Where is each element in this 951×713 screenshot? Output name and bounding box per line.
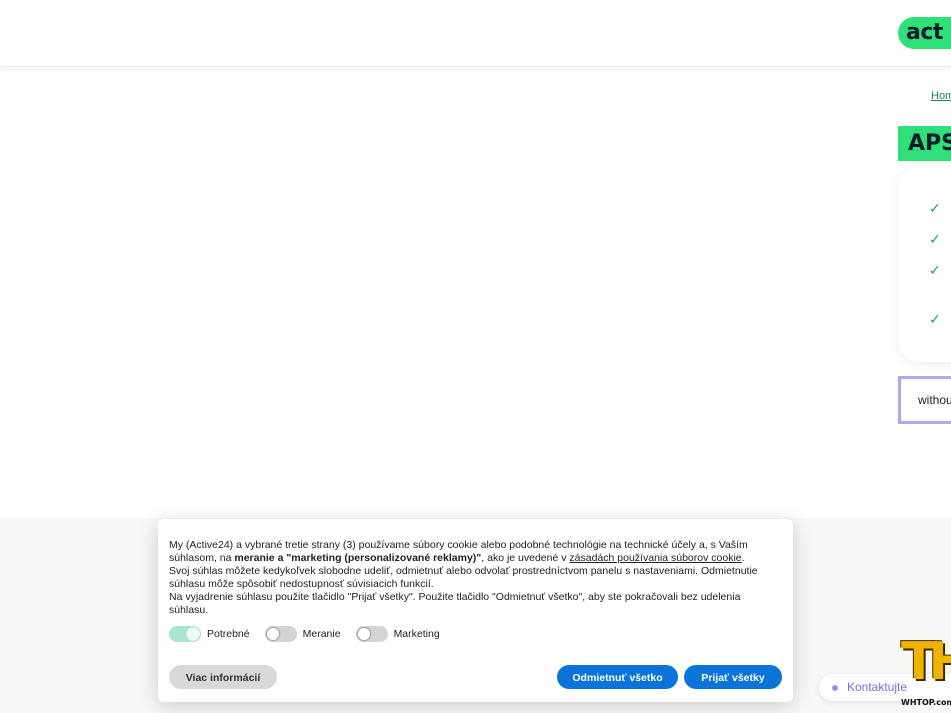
whtop-watermark-logo: TH WHTOP.com [899, 630, 951, 710]
feature-card [898, 166, 951, 362]
dot-icon [832, 684, 838, 691]
watermark-letters: TH [901, 632, 951, 692]
site-header: act [0, 0, 951, 67]
toggle-switch-necessary[interactable] [169, 626, 201, 642]
toggle-switch-measurement[interactable] [264, 626, 297, 642]
check-icon: ✓ [929, 312, 941, 328]
cookie-policy-link[interactable]: zásadách používania súborov cookie [569, 552, 741, 564]
active24-logo[interactable]: act [898, 17, 951, 49]
cookie-text-consent: Svoj súhlas môžete kedykoľvek slobodne u… [169, 565, 758, 590]
cookie-text: . [741, 552, 745, 564]
more-info-button[interactable]: Viac informácií [169, 665, 277, 689]
check-icon: ✓ [929, 232, 941, 248]
page-title-banner: APS [898, 126, 951, 161]
cookie-text-intro: My (Active24) a vybrané tretie strany (3… [169, 539, 782, 565]
info-box: withou [898, 376, 951, 424]
toggle-label: Marketing [393, 627, 440, 640]
toggle-label: Potrebné [207, 627, 250, 640]
breadcrumb-home-link[interactable]: Hom [931, 90, 951, 102]
decline-all-button[interactable]: Odmietnuť všetko [557, 665, 678, 689]
toggle-measurement[interactable]: Meranie [264, 626, 341, 642]
toggle-marketing[interactable]: Marketing [355, 626, 440, 642]
check-icon: ✓ [929, 263, 941, 279]
cookie-toggles: Potrebné Meranie Marketing [169, 626, 455, 642]
cookie-consent-dialog: My (Active24) a vybrané tretie strany (3… [158, 519, 793, 702]
cookie-text-instructions: Na vyjadrenie súhlasu použite tlačidlo "… [169, 591, 741, 616]
toggle-switch-marketing[interactable] [355, 626, 388, 642]
cookie-text: , ako je uvedené v [481, 552, 570, 564]
watermark-caption: WHTOP.com [901, 698, 951, 707]
cookie-text-bold: meranie a "marketing (personalizované re… [234, 552, 482, 564]
toggle-necessary[interactable]: Potrebné [169, 626, 250, 642]
accept-all-button[interactable]: Prijať všetky [684, 665, 782, 689]
toggle-label: Meranie [302, 627, 341, 640]
check-icon: ✓ [929, 201, 941, 217]
